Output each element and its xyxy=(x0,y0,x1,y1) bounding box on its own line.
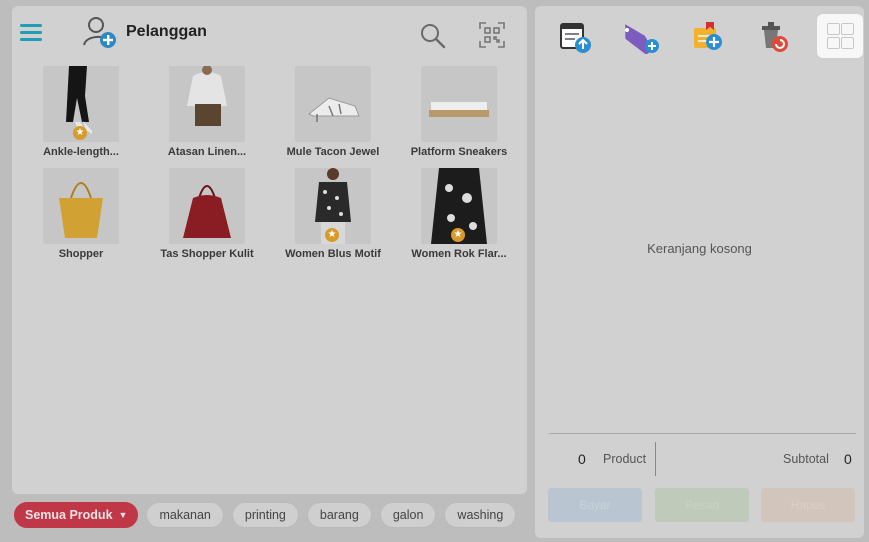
category-filter-bar: Semua Produk ▼ makanan printing barang ga… xyxy=(14,502,517,528)
category-chip-label: Semua Produk xyxy=(25,508,113,522)
subtotal-value: 0 xyxy=(844,451,852,467)
add-note-icon[interactable] xyxy=(690,18,726,54)
product-card[interactable]: ★ Women Blus Motif xyxy=(272,168,394,260)
category-chip[interactable]: printing xyxy=(231,502,299,528)
grid-cell xyxy=(841,37,854,49)
product-image xyxy=(295,66,371,142)
product-name: Shopper xyxy=(58,248,104,260)
product-image xyxy=(169,66,245,142)
product-name: Ankle-length... xyxy=(43,146,119,158)
divider xyxy=(655,442,656,476)
delete-button[interactable]: Hapus xyxy=(761,488,855,522)
product-image: ★ xyxy=(295,168,371,244)
product-card[interactable]: Atasan Linen... xyxy=(146,66,268,158)
load-order-icon[interactable] xyxy=(557,18,593,54)
category-chip[interactable]: washing xyxy=(444,502,517,528)
subtotal-label: Subtotal xyxy=(783,452,829,466)
chevron-down-icon: ▼ xyxy=(118,510,128,520)
product-image: ★ xyxy=(421,168,497,244)
divider xyxy=(549,433,856,434)
product-card[interactable]: ★ Women Rok Flar... xyxy=(398,168,520,260)
product-image xyxy=(169,168,245,244)
product-name: Women Blus Motif xyxy=(285,248,381,260)
add-discount-tag-icon[interactable] xyxy=(618,18,662,54)
menu-icon[interactable] xyxy=(20,24,42,42)
product-image: ★ xyxy=(43,66,119,142)
category-chip-all[interactable]: Semua Produk ▼ xyxy=(14,502,139,528)
product-name: Women Rok Flar... xyxy=(411,248,507,260)
featured-star-icon: ★ xyxy=(325,228,339,242)
product-card[interactable]: Mule Tacon Jewel xyxy=(272,66,394,158)
product-count-label: Product xyxy=(603,452,647,466)
customer-label: Pelanggan xyxy=(126,23,207,40)
category-chip[interactable]: barang xyxy=(306,502,372,528)
grid-cell xyxy=(827,37,840,49)
product-image xyxy=(421,66,497,142)
product-card[interactable]: ★ Ankle-length... xyxy=(20,66,142,158)
category-chip[interactable]: galon xyxy=(379,502,437,528)
product-card[interactable]: Tas Shopper Kulit xyxy=(146,168,268,260)
clear-cart-icon[interactable] xyxy=(756,18,792,54)
grid-cell xyxy=(841,23,854,35)
category-chip[interactable]: makanan xyxy=(146,502,224,528)
featured-star-icon: ★ xyxy=(451,228,465,242)
product-card[interactable]: Shopper xyxy=(20,168,142,260)
product-image xyxy=(43,168,119,244)
pay-button[interactable]: Bayar xyxy=(548,488,642,522)
featured-star-icon: ★ xyxy=(73,126,87,140)
product-count: 0 xyxy=(578,451,586,467)
add-customer-icon xyxy=(83,17,116,48)
product-name: Tas Shopper Kulit xyxy=(160,248,254,260)
empty-cart-message: Keranjang kosong xyxy=(647,241,752,256)
product-card[interactable]: Platform Sneakers xyxy=(398,66,520,158)
product-name: Platform Sneakers xyxy=(410,146,508,158)
order-button[interactable]: Pesan xyxy=(655,488,749,522)
customer-button[interactable]: Pelanggan xyxy=(82,14,222,50)
grid-cell xyxy=(827,23,840,35)
search-icon[interactable] xyxy=(419,22,447,50)
grid-view-toggle[interactable] xyxy=(817,14,863,58)
product-name: Mule Tacon Jewel xyxy=(286,146,380,158)
barcode-scan-icon[interactable] xyxy=(479,22,505,48)
product-name: Atasan Linen... xyxy=(167,146,247,158)
